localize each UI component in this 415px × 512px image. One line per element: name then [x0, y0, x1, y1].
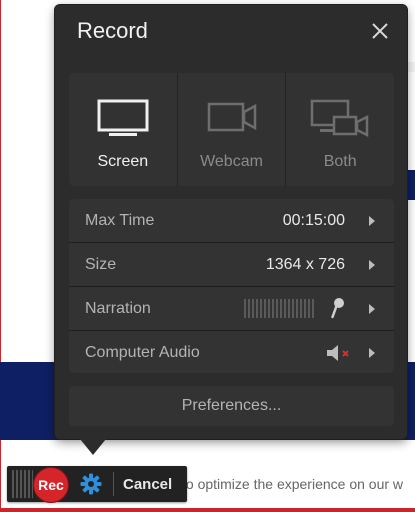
source-webcam-label: Webcam — [200, 153, 263, 170]
monitor-webcam-icon — [310, 99, 370, 144]
toolbar-divider — [113, 472, 114, 496]
source-webcam-button[interactable]: Webcam — [177, 73, 286, 186]
preferences-label: Preferences... — [181, 397, 282, 414]
drag-handle[interactable] — [12, 470, 33, 498]
speaker-muted-icon — [326, 344, 356, 367]
source-both-label: Both — [323, 153, 357, 170]
source-screen-button[interactable]: Screen — [69, 73, 177, 186]
narration-label: Narration — [85, 300, 151, 317]
record-panel: Record Screen Webcam Both Max Time 00:15… — [55, 5, 407, 439]
computer-audio-row[interactable]: Computer Audio — [69, 331, 394, 373]
webcam-icon — [206, 99, 258, 144]
size-label: Size — [85, 256, 117, 273]
max-time-value: 00:15:00 — [282, 212, 345, 229]
close-icon[interactable] — [371, 22, 389, 40]
max-time-label: Max Time — [85, 212, 155, 229]
gear-icon[interactable] — [80, 473, 102, 500]
narration-level-meter — [244, 299, 316, 318]
size-value: 1364 x 726 — [265, 256, 345, 273]
recorder-toolbar: Rec Cancel — [7, 466, 187, 503]
narration-row[interactable]: Narration — [69, 287, 394, 330]
record-button-label: Rec — [38, 477, 64, 493]
preferences-button[interactable]: Preferences... — [69, 386, 394, 426]
microphone-icon — [331, 297, 345, 324]
page-border-bottom — [0, 508, 415, 512]
cancel-button[interactable]: Cancel — [123, 476, 172, 493]
chevron-right-icon — [369, 260, 375, 270]
record-button[interactable]: Rec — [33, 467, 69, 503]
page-body-text: to optimize the experience on our w — [182, 476, 404, 492]
capture-source-selector: Screen Webcam Both — [69, 73, 394, 186]
computer-audio-label: Computer Audio — [85, 344, 200, 361]
source-both-button[interactable]: Both — [286, 73, 394, 186]
recording-settings-list: Max Time 00:15:00 Size 1364 x 726 Narrat… — [69, 199, 394, 373]
chevron-right-icon — [369, 348, 375, 358]
chevron-right-icon — [369, 304, 375, 314]
size-row[interactable]: Size 1364 x 726 — [69, 243, 394, 286]
monitor-icon — [97, 99, 149, 144]
max-time-row[interactable]: Max Time 00:15:00 — [69, 199, 394, 242]
source-screen-label: Screen — [97, 153, 149, 170]
panel-pointer — [80, 439, 106, 455]
panel-title: Record — [77, 18, 148, 43]
chevron-right-icon — [369, 216, 375, 226]
